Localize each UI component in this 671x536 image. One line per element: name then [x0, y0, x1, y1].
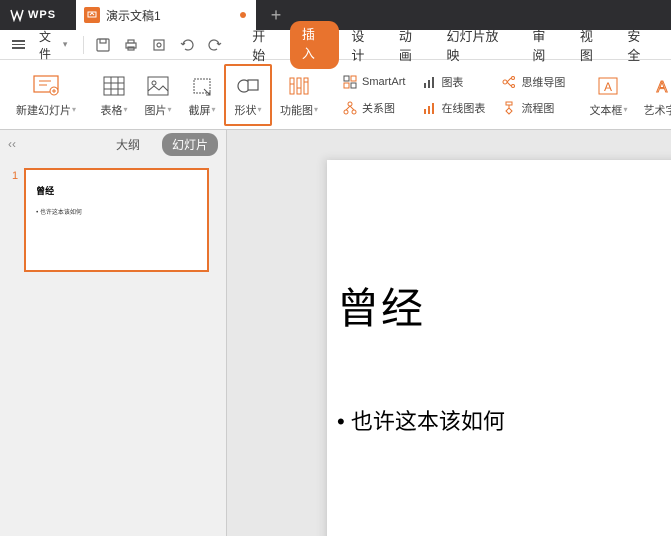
textbox-button[interactable]: A 文本框 — [581, 64, 635, 126]
wordart-button[interactable]: A 艺术字 — [635, 64, 671, 126]
table-label: 表格 — [101, 102, 128, 118]
ribbon-tabs: 开始 插入 设计 动画 幻灯片放映 审阅 视图 安全 — [242, 21, 663, 69]
presentation-icon — [84, 7, 100, 23]
screenshot-icon — [188, 72, 216, 100]
new-slide-label: 新建幻灯片 — [16, 102, 76, 118]
tab-design[interactable]: 设计 — [341, 21, 387, 69]
tab-slideshow[interactable]: 幻灯片放映 — [436, 21, 520, 69]
flowchart-label: 流程图 — [521, 100, 554, 116]
table-icon — [100, 72, 128, 100]
tab-security[interactable]: 安全 — [617, 21, 663, 69]
mindmap-button[interactable]: 思维导图 — [497, 71, 569, 93]
online-chart-icon — [421, 100, 437, 116]
print-preview-icon[interactable] — [150, 36, 168, 54]
save-icon[interactable] — [94, 36, 112, 54]
tab-review[interactable]: 审阅 — [522, 21, 568, 69]
tab-animation[interactable]: 动画 — [389, 21, 435, 69]
mindmap-label: 思维导图 — [521, 74, 565, 90]
tab-view[interactable]: 视图 — [570, 21, 616, 69]
table-button[interactable]: 表格 — [92, 64, 136, 126]
wps-icon — [10, 8, 24, 22]
smartart-icon — [342, 74, 358, 90]
smartart-label: SmartArt — [362, 76, 405, 88]
image-button[interactable]: 图片 — [136, 64, 180, 126]
slide-number: 1 — [12, 170, 18, 272]
screenshot-button[interactable]: 截屏 — [180, 64, 224, 126]
slide-thumbnail[interactable]: 曾经 • 也许这本该如何 — [24, 168, 209, 272]
function-chart-button[interactable]: 功能图 — [272, 64, 326, 126]
hamburger-menu-button[interactable] — [8, 36, 29, 53]
textbox-label: 文本框 — [589, 102, 627, 118]
new-slide-button[interactable]: 新建幻灯片 — [8, 64, 84, 126]
app-name-label: WPS — [28, 9, 56, 21]
outline-tab[interactable]: 大纲 — [106, 133, 150, 156]
unsaved-indicator-icon — [240, 12, 246, 18]
mindmap-icon — [501, 74, 517, 90]
svg-text:A: A — [604, 80, 612, 94]
new-slide-icon — [32, 72, 60, 100]
canvas-area[interactable]: 曾经 • 也许这本该如何 — [227, 130, 671, 536]
file-menu[interactable]: 文件 — [33, 24, 73, 66]
thumb-title: 曾经 — [36, 184, 197, 197]
image-icon — [144, 72, 172, 100]
chart-label: 图表 — [441, 74, 463, 90]
slide-panel: ‹‹ 大纲 幻灯片 1 曾经 • 也许这本该如何 — [0, 130, 227, 536]
shape-button[interactable]: 形状 — [224, 64, 272, 126]
shape-icon — [234, 72, 262, 100]
undo-icon[interactable] — [178, 36, 196, 54]
divider — [83, 36, 84, 54]
wordart-label: 艺术字 — [643, 102, 671, 118]
slides-tab[interactable]: 幻灯片 — [162, 133, 218, 156]
relation-label: 关系图 — [362, 100, 395, 116]
document-tab-label: 演示文稿1 — [106, 7, 161, 24]
print-icon[interactable] — [122, 36, 140, 54]
shape-label: 形状 — [235, 102, 262, 118]
collapse-panel-button[interactable]: ‹‹ — [8, 137, 16, 151]
function-chart-icon — [285, 72, 313, 100]
function-chart-label: 功能图 — [280, 102, 318, 118]
relation-icon — [342, 100, 358, 116]
redo-icon[interactable] — [206, 36, 224, 54]
flowchart-icon — [501, 100, 517, 116]
online-chart-button[interactable]: 在线图表 — [417, 97, 489, 119]
tab-insert[interactable]: 插入 — [290, 21, 340, 69]
chart-icon — [421, 74, 437, 90]
textbox-icon: A — [594, 72, 622, 100]
screenshot-label: 截屏 — [189, 102, 216, 118]
image-label: 图片 — [145, 102, 172, 118]
online-chart-label: 在线图表 — [441, 100, 485, 116]
menubar: 文件 开始 插入 设计 动画 幻灯片放映 审阅 视图 安全 — [0, 30, 671, 60]
slide[interactable]: 曾经 • 也许这本该如何 — [327, 160, 671, 536]
document-tab[interactable]: 演示文稿1 — [76, 0, 256, 30]
svg-text:A: A — [657, 79, 668, 96]
wordart-icon: A — [648, 72, 671, 100]
smartart-button[interactable]: SmartArt — [338, 71, 409, 93]
relation-chart-button[interactable]: 关系图 — [338, 97, 409, 119]
thumb-body: • 也许这本该如何 — [36, 207, 197, 216]
ribbon: 新建幻灯片 表格 图片 截屏 形状 功能图 SmartArt 关系图 图表 — [0, 60, 671, 130]
chart-button[interactable]: 图表 — [417, 71, 489, 93]
slide-title[interactable]: 曾经 — [337, 275, 671, 336]
flowchart-button[interactable]: 流程图 — [497, 97, 569, 119]
slide-body[interactable]: • 也许这本该如何 — [337, 404, 671, 436]
